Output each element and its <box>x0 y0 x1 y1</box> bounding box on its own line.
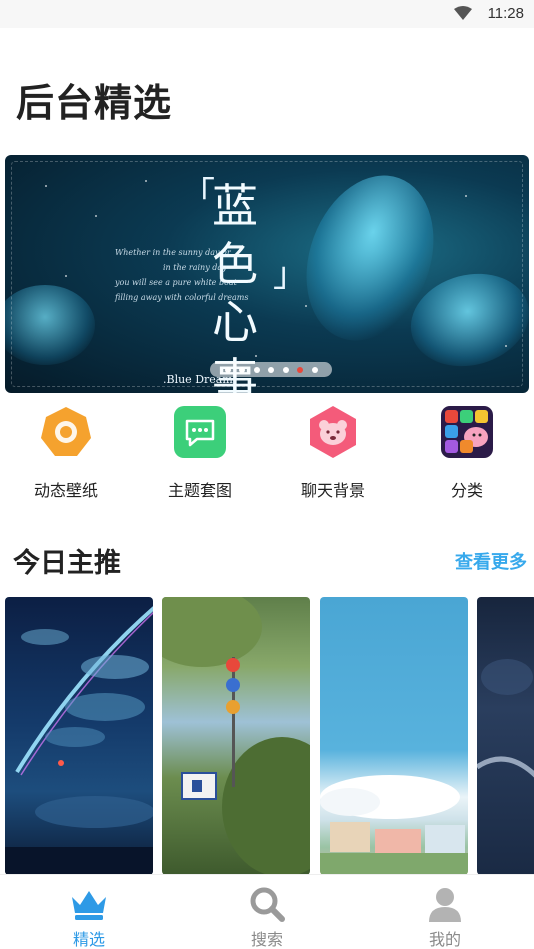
user-icon <box>425 884 465 924</box>
sparkle <box>505 345 507 347</box>
quick-link-label: 主题套图 <box>167 481 232 500</box>
wallpaper-card[interactable] <box>162 597 310 875</box>
search-icon <box>247 884 287 924</box>
bottom-tab-bar: 精选 搜索 我的 <box>0 874 534 949</box>
wallpaper-card[interactable] <box>477 597 534 875</box>
page-title: 后台精选 <box>16 81 173 125</box>
carousel-dot[interactable] <box>311 366 318 373</box>
carousel-dot[interactable] <box>239 366 245 373</box>
sparkle <box>95 215 97 217</box>
poem-line: you will see a pure white boat <box>115 278 237 287</box>
live-wallpaper-icon <box>39 405 93 459</box>
tab-label: 精选 <box>72 930 105 949</box>
see-more-link[interactable]: 查看更多 <box>455 548 527 574</box>
quick-link-chat-background[interactable]: 聊天背景 <box>278 405 388 501</box>
tab-profile[interactable]: 我的 <box>390 875 500 949</box>
crown-icon <box>69 884 109 924</box>
status-time: 11:28 <box>487 5 524 22</box>
category-grid-icon <box>440 405 494 459</box>
quick-link-category[interactable]: 分类 <box>412 405 522 501</box>
carousel-indicator[interactable] <box>210 362 332 377</box>
chat-bear-icon <box>306 405 360 459</box>
theme-message-icon <box>173 405 227 459</box>
calligraphy-char: 蓝 <box>212 179 258 233</box>
recommend-strip[interactable] <box>0 597 534 875</box>
comet-night-sky-image <box>5 606 153 875</box>
quick-links: 动态壁纸 主题套图 聊天背景 分类 <box>0 405 534 500</box>
poem-line: Whether in the sunny day or <box>115 248 231 257</box>
tab-label: 我的 <box>428 930 461 949</box>
wallpaper-card[interactable] <box>320 597 468 875</box>
underwater-image <box>477 659 534 778</box>
carousel-dot[interactable] <box>268 366 274 373</box>
carousel-dot-active[interactable] <box>297 366 303 373</box>
quick-link-label: 聊天背景 <box>300 481 365 500</box>
quick-link-live-wallpaper[interactable]: 动态壁纸 <box>11 405 121 501</box>
sparkle <box>465 195 467 197</box>
carousel-dot[interactable] <box>253 366 260 373</box>
quick-link-label: 分类 <box>450 481 483 500</box>
banner-poem: Whether in the sunny day or in the rainy… <box>115 245 315 305</box>
seaside-town-image <box>320 775 468 875</box>
carousel-dot[interactable] <box>224 366 231 373</box>
status-bar: 11:28 <box>0 0 534 28</box>
section-title: 今日主推 <box>13 548 121 579</box>
carousel-dot[interactable] <box>282 366 289 373</box>
sparkle <box>65 275 67 277</box>
poem-line: in the rainy day <box>163 263 227 272</box>
quick-link-theme[interactable]: 主题套图 <box>145 405 255 501</box>
quick-link-label: 动态壁纸 <box>33 481 98 500</box>
sparkle <box>145 180 147 182</box>
tab-label: 搜索 <box>250 930 283 949</box>
sparkle <box>305 305 307 307</box>
street-signs-image <box>162 597 310 875</box>
poem-line: filling away with colorful dreams <box>115 293 249 302</box>
wifi-icon <box>454 6 472 20</box>
wallpaper-card[interactable] <box>5 597 153 875</box>
tab-featured[interactable]: 精选 <box>34 875 144 949</box>
tab-search[interactable]: 搜索 <box>212 875 322 949</box>
banner-carousel[interactable]: 「 」 蓝色心事 Whether in the sunny day or in … <box>5 155 529 393</box>
sparkle <box>45 185 47 187</box>
